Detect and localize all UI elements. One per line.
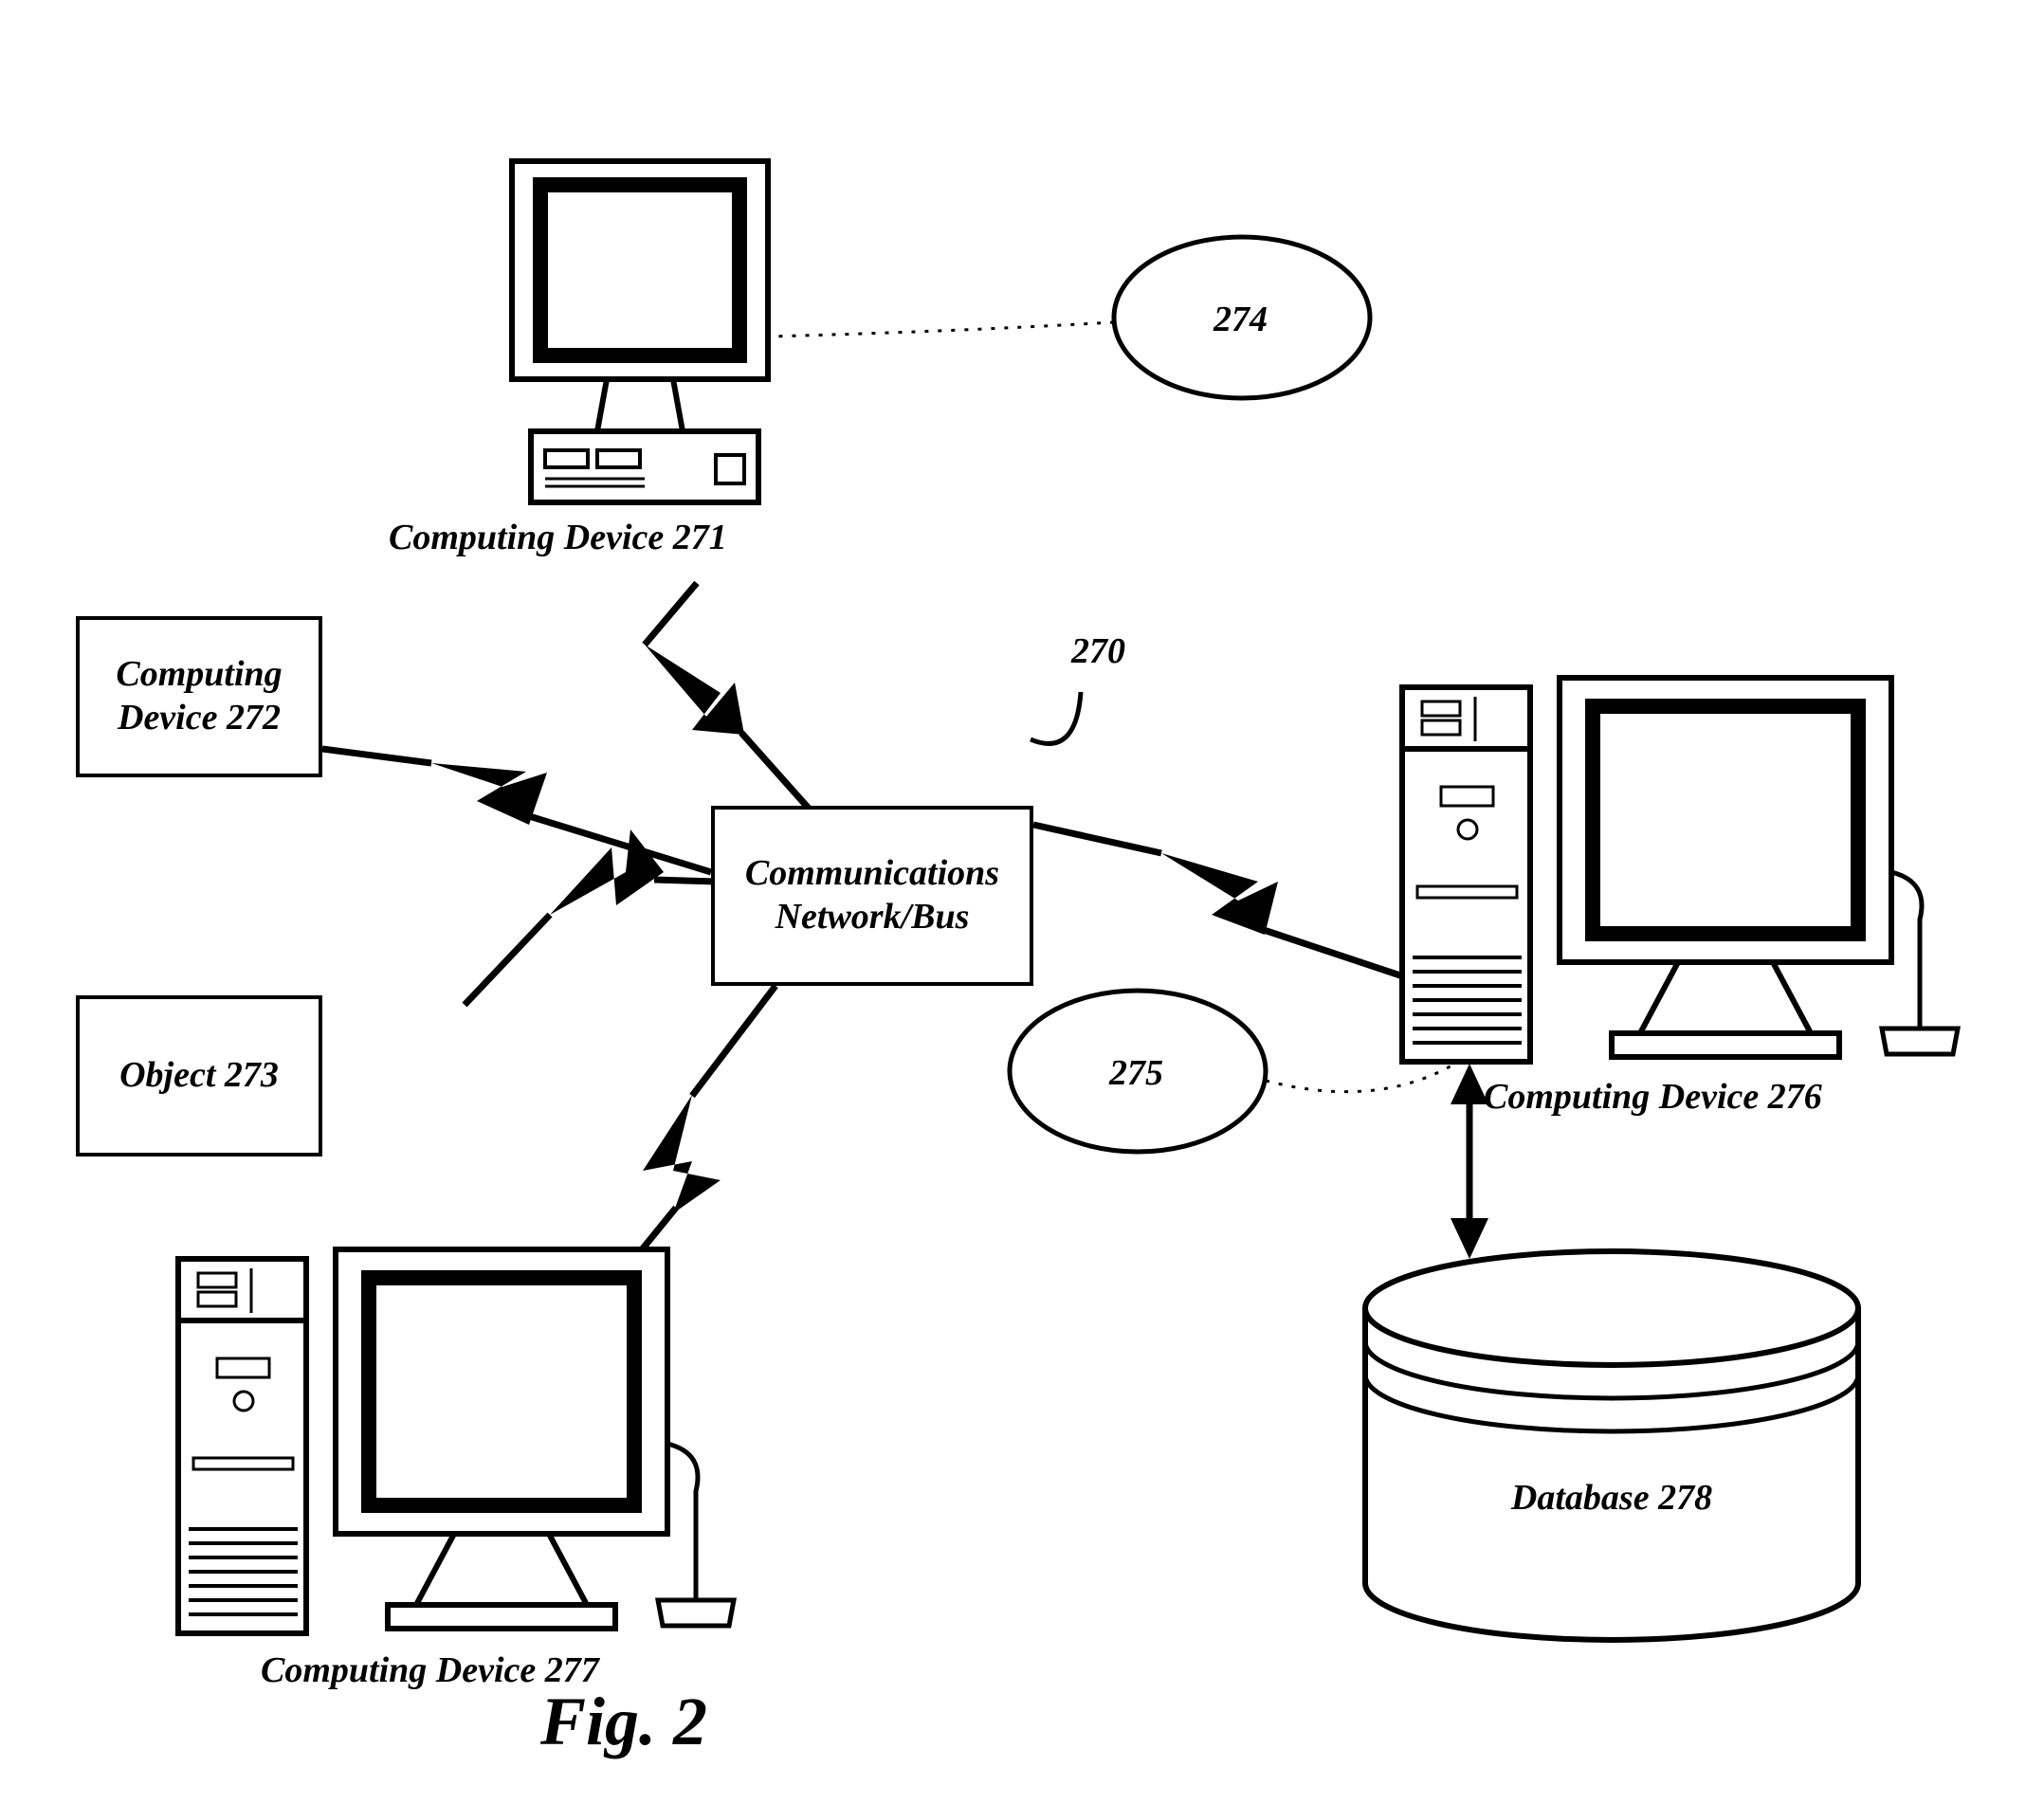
- pointer-270: [1031, 692, 1081, 743]
- ref-275-label: 275: [1109, 1052, 1163, 1094]
- object-273-label: Object 273: [119, 1054, 279, 1098]
- zigline-277a: [692, 986, 776, 1096]
- device-271-label: Computing Device 271: [389, 517, 727, 558]
- zig-272: [431, 763, 547, 825]
- zigline-273a: [465, 915, 550, 1005]
- database-278-graphic: [1365, 1251, 1858, 1640]
- device-276-graphic: [1402, 678, 1958, 1062]
- device-271-graphic: [512, 161, 768, 502]
- zigline-273b: [654, 880, 716, 882]
- figure-caption: Fig. 2: [540, 1683, 707, 1761]
- dotted-line-275: [1266, 1047, 1479, 1092]
- zigline-277b: [569, 1208, 676, 1339]
- zig-273: [550, 829, 664, 915]
- zigline-271a: [645, 583, 697, 645]
- device-277-graphic: [178, 1249, 734, 1633]
- device-272-box: Computing Device 272: [76, 616, 322, 777]
- arrowhead-up: [1451, 1064, 1488, 1104]
- comm-l2: Network/Bus: [776, 897, 970, 937]
- zigline-272a: [322, 749, 431, 763]
- zigline-271b: [741, 733, 811, 810]
- dotted-line-274: [768, 322, 1114, 337]
- object-273-box: Object 273: [76, 995, 322, 1156]
- zigline-276a: [1033, 825, 1161, 853]
- zigline-272b: [526, 815, 711, 872]
- ref-270-label: 270: [1071, 630, 1125, 672]
- device-276-label: Computing Device 276: [1484, 1076, 1822, 1118]
- ref-274-label: 274: [1214, 299, 1268, 340]
- zigline-276b: [1261, 929, 1403, 976]
- arrowhead-down: [1451, 1218, 1488, 1259]
- device-272-label-l2: Device 272: [118, 698, 281, 738]
- comm-l1: Communications: [745, 853, 999, 893]
- zig-277: [643, 1095, 721, 1213]
- device-272-label-l1: Computing: [116, 654, 282, 694]
- zig-276: [1161, 853, 1278, 935]
- zig-271: [645, 645, 744, 735]
- comm-network-box: Communications Network/Bus: [711, 806, 1033, 986]
- database-278-label: Database 278: [1511, 1477, 1712, 1519]
